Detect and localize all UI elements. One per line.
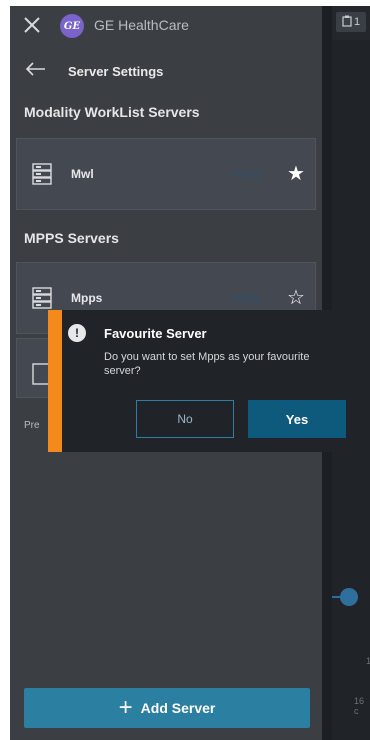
star-filled-icon[interactable]: ★ [287, 161, 305, 186]
clipboard-icon [342, 15, 352, 30]
app-frame: 1 1 16 c GE GE HealthCare Server Setting… [10, 6, 370, 740]
add-server-label: Add Server [140, 700, 216, 716]
server-icon [31, 287, 53, 309]
dialog-title: Favourite Server [104, 326, 207, 341]
dialog-accent-bar [48, 310, 62, 452]
ge-logo-icon: GE [60, 14, 84, 38]
star-outline-icon[interactable]: ☆ [287, 285, 305, 310]
add-server-button[interactable]: + Add Server [24, 688, 310, 728]
slider-handle[interactable] [340, 588, 358, 606]
settings-subheader: Server Settings [10, 54, 322, 90]
brand-name: GE HealthCare [94, 17, 189, 33]
background-text: 1 [366, 656, 370, 666]
close-icon[interactable] [22, 16, 42, 36]
preference-label: Pre [24, 420, 40, 431]
verify-link[interactable]: Verify [231, 291, 261, 305]
yes-button[interactable]: Yes [248, 400, 346, 438]
background-badge-count: 1 [353, 16, 361, 28]
mwl-section-title: Modality WorkList Servers [24, 104, 200, 120]
mpps-section-title: MPPS Servers [24, 230, 119, 246]
verify-link[interactable]: Verify [231, 167, 261, 181]
warning-icon: ! [68, 324, 86, 342]
plus-icon: + [118, 694, 133, 721]
favourite-server-dialog: ! Favourite Server Do you want to set Mp… [48, 310, 361, 452]
server-name: Mwl [71, 167, 94, 181]
dialog-message: Do you want to set Mpps as your favourit… [104, 351, 310, 377]
server-icon [31, 163, 53, 185]
mwl-server-card[interactable]: Mwl Verify ★ [16, 138, 316, 210]
arrow-left-icon[interactable] [24, 60, 46, 83]
background-caption: 16 c [354, 696, 365, 716]
page-title: Server Settings [68, 64, 164, 79]
background-topbar: 1 [332, 6, 370, 40]
background-badge[interactable]: 1 [336, 12, 366, 32]
no-button[interactable]: No [136, 400, 234, 438]
server-name: Mpps [71, 291, 103, 305]
panel-header: GE GE HealthCare [10, 6, 322, 46]
